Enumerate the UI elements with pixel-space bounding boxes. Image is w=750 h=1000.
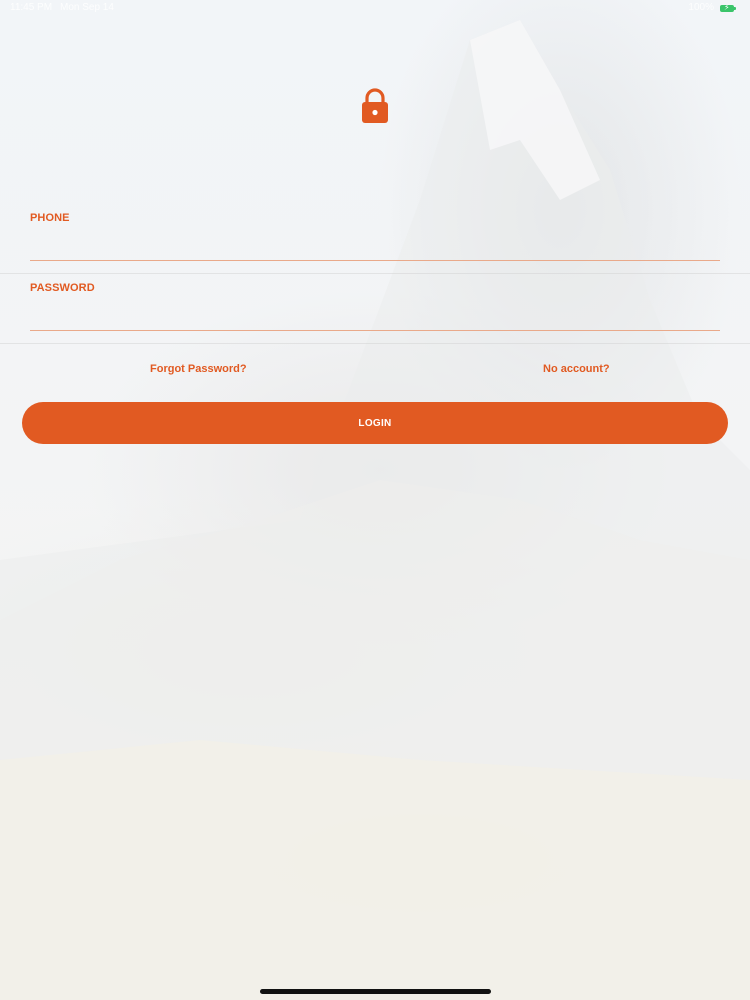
forgot-password-link[interactable]: Forgot Password? [150, 363, 247, 375]
phone-input[interactable] [30, 234, 720, 261]
divider [0, 343, 750, 344]
password-field-group: PASSWORD [30, 282, 720, 331]
password-label: PASSWORD [30, 282, 95, 294]
phone-label: PHONE [30, 212, 70, 224]
home-indicator[interactable] [260, 989, 491, 994]
status-date: Mon Sep 14 [60, 2, 114, 13]
no-account-link[interactable]: No account? [543, 363, 610, 375]
lock-icon [362, 88, 388, 123]
mountain-background-image [0, 20, 750, 1000]
status-bar: 11:45 PM Mon Sep 14 100% ⚡ [0, 0, 750, 18]
battery-charging-icon: ⚡ [720, 3, 736, 12]
battery-percent: 100% [688, 2, 714, 13]
password-input[interactable] [30, 304, 720, 331]
login-button[interactable]: LOGIN [22, 402, 728, 444]
divider [0, 273, 750, 274]
phone-field-group: PHONE [30, 212, 720, 261]
status-time: 11:45 PM [10, 2, 53, 13]
